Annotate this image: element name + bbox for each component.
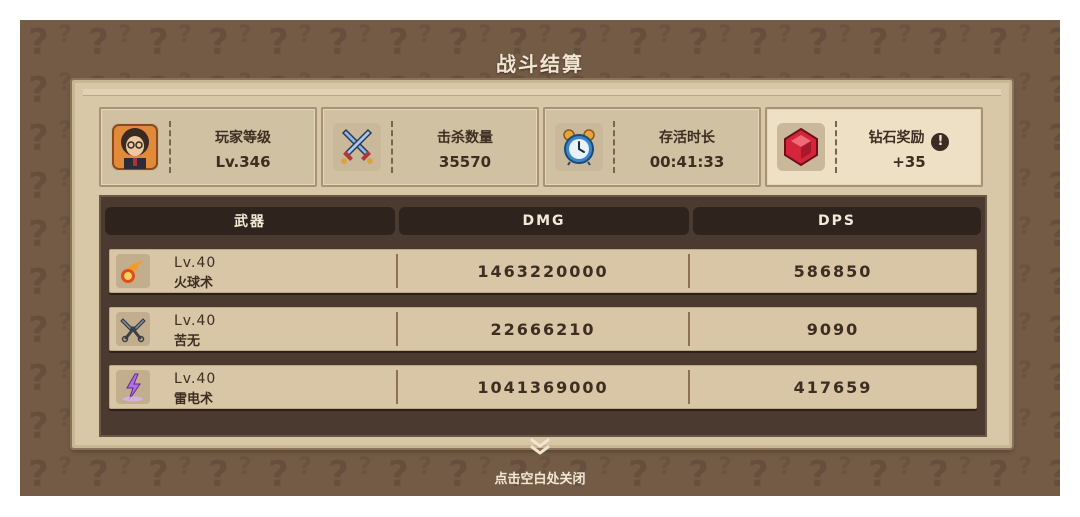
table-row: Lv.40 火球术 1463220000 586850 <box>109 249 977 293</box>
crossed-swords-icon <box>333 123 381 171</box>
dps-value: 586850 <box>793 261 873 281</box>
stat-divider <box>169 121 171 173</box>
stat-value: 35570 <box>438 153 492 171</box>
stat-card-player-level: 玩家等级 Lv.346 <box>99 107 317 187</box>
table-row: Lv.40 雷电术 1041369000 417659 <box>109 365 977 409</box>
dmg-value: 1463220000 <box>477 261 609 281</box>
close-hint[interactable]: 点击空白处关闭 <box>20 468 1060 487</box>
fireball-icon <box>116 254 150 288</box>
weapon-name: 雷电术 <box>174 392 214 407</box>
panel-top-rail <box>83 89 1001 96</box>
stat-value: Lv.346 <box>215 153 271 171</box>
dps-value: 9090 <box>806 319 860 339</box>
lightning-icon <box>116 370 150 404</box>
dmg-value: 22666210 <box>490 319 596 339</box>
dps-value: 417659 <box>793 377 873 397</box>
stat-label: 钻石奖励 <box>868 130 925 146</box>
stat-value: 00:41:33 <box>649 153 725 171</box>
weapon-damage-table: 武器 DMG DPS Lv.40 火球术 1463220000 586850 L… <box>99 195 987 437</box>
kunai-icon <box>116 312 150 346</box>
stat-card-survival-time: 存活时长 00:41:33 <box>543 107 761 187</box>
weapon-name: 火球术 <box>174 276 214 291</box>
stat-value: +35 <box>892 153 926 171</box>
avatar-icon <box>111 123 159 171</box>
dmg-value: 1041369000 <box>477 377 609 397</box>
weapon-level: Lv.40 <box>174 313 217 329</box>
weapon-level: Lv.40 <box>174 371 217 387</box>
double-chevron-down-icon[interactable] <box>20 438 1060 460</box>
battle-result-screen[interactable]: ? ? 战斗结算 玩家等级 Lv.346 <box>20 20 1060 496</box>
stat-divider <box>391 121 393 173</box>
stat-divider <box>613 121 615 173</box>
weapon-level: Lv.40 <box>174 255 217 271</box>
table-header-dps: DPS <box>693 207 981 235</box>
table-header-dmg: DMG <box>399 207 689 235</box>
table-header-weapon: 武器 <box>105 207 395 235</box>
result-panel: 玩家等级 Lv.346 击杀数量 35570 存活时长 00:41:33 钻石奖… <box>72 80 1012 448</box>
stat-label: 击杀数量 <box>437 130 493 146</box>
stat-label-with-info: 钻石奖励 ! <box>841 127 977 151</box>
stat-card-diamond-reward: 钻石奖励 ! +35 <box>765 107 983 187</box>
exclamation-icon[interactable]: ! <box>931 132 950 151</box>
stat-label: 存活时长 <box>659 130 715 146</box>
stat-label: 玩家等级 <box>215 130 271 146</box>
stat-card-kill-count: 击杀数量 35570 <box>321 107 539 187</box>
stat-divider <box>835 121 837 173</box>
alarm-clock-icon <box>555 123 603 171</box>
page-title: 战斗结算 <box>496 52 584 76</box>
weapon-name: 苦无 <box>174 334 201 349</box>
table-row: Lv.40 苦无 22666210 9090 <box>109 307 977 351</box>
red-gem-icon <box>777 123 825 171</box>
